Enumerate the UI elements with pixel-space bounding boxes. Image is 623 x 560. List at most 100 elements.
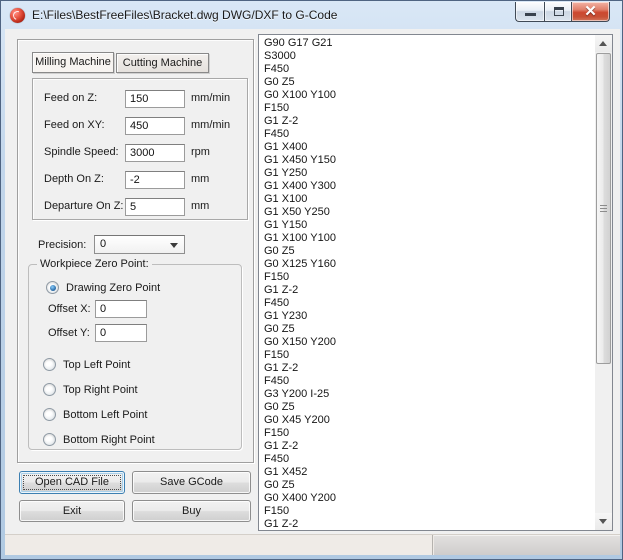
buy-button[interactable]: Buy	[132, 500, 251, 522]
status-pane-left	[5, 535, 433, 555]
gcode-line: F450	[264, 128, 290, 140]
tab-milling-machine[interactable]: Milling Machine	[32, 52, 114, 73]
gcode-line: G1 Z-2	[264, 284, 299, 296]
gcode-line: G1 X400	[264, 141, 308, 153]
spindle-speed-unit: rpm	[191, 146, 210, 158]
depth-on-z-label: Depth On Z:	[44, 173, 104, 185]
radio-top-right-point[interactable]	[43, 383, 56, 396]
field-row: Feed on Z: mm/min	[33, 90, 247, 108]
offset-x-input[interactable]	[95, 300, 147, 318]
gcode-line: F450	[264, 453, 290, 465]
minimize-button[interactable]	[515, 2, 544, 22]
arrow-up-icon	[599, 41, 607, 46]
departure-on-z-label: Departure On Z:	[44, 200, 124, 212]
status-pane-right	[434, 535, 620, 555]
gcode-line: F450	[264, 375, 290, 387]
scrollbar-grip-icon	[600, 204, 607, 212]
feed-on-xy-unit: mm/min	[191, 119, 231, 131]
scroll-up-button[interactable]	[595, 35, 612, 52]
settings-panel: Milling Machine Cutting Machine Feed on …	[17, 39, 254, 463]
radio-top-left-point-label: Top Left Point	[63, 359, 131, 371]
radio-top-right-point-label: Top Right Point	[63, 384, 138, 396]
gcode-line: F150	[264, 427, 290, 439]
feed-on-z-label: Feed on Z:	[44, 92, 98, 104]
gcode-line: G1 Y250	[264, 167, 308, 179]
field-row: Spindle Speed: rpm	[33, 144, 247, 162]
gcode-line: G1 X100 Y100	[264, 232, 336, 244]
departure-on-z-unit: mm	[191, 200, 210, 212]
gcode-line: G90 G17 G21	[264, 37, 333, 49]
client-area: Milling Machine Cutting Machine Feed on …	[5, 29, 620, 555]
feed-on-xy-label: Feed on XY:	[44, 119, 105, 131]
app-window: E:\Files\BestFreeFiles\Bracket.dwg DWG/D…	[0, 0, 623, 560]
gcode-scrollbar[interactable]	[595, 35, 612, 530]
gcode-line: F450	[264, 63, 290, 75]
scrollbar-thumb[interactable]	[596, 53, 611, 364]
radio-bottom-left-point-label: Bottom Left Point	[63, 409, 148, 421]
precision-value: 0	[100, 238, 107, 250]
workpiece-zero-point-title: Workpiece Zero Point:	[37, 258, 152, 270]
save-gcode-button[interactable]: Save GCode	[132, 471, 251, 494]
gcode-line: S3000	[264, 50, 296, 62]
open-cad-file-button[interactable]: Open CAD File	[19, 471, 125, 494]
depth-on-z-unit: mm	[191, 173, 210, 185]
radio-bottom-left-point[interactable]	[43, 408, 56, 421]
gcode-line: G1 X100	[264, 193, 308, 205]
gcode-line: F150	[264, 271, 290, 283]
workpiece-zero-point-group: Workpiece Zero Point: Drawing Zero Point…	[28, 258, 242, 450]
gcode-line: G3 Y200 I-25	[264, 388, 330, 400]
radio-bottom-right-point[interactable]	[43, 433, 56, 446]
radio-drawing-zero-point[interactable]	[46, 281, 59, 294]
close-icon: ✕	[584, 3, 597, 20]
depth-on-z-input[interactable]	[125, 171, 185, 189]
gcode-line: G1 X452	[264, 466, 308, 478]
field-row: Depth On Z: mm	[33, 171, 247, 189]
offset-y-input[interactable]	[95, 324, 147, 342]
scroll-down-button[interactable]	[595, 513, 612, 530]
feed-on-xy-input[interactable]	[125, 117, 185, 135]
gcode-line: G0 X150 Y200	[264, 336, 336, 348]
gcode-line: F150	[264, 102, 290, 114]
precision-dropdown[interactable]: 0	[94, 235, 185, 254]
gcode-line: G0 X400 Y200	[264, 492, 336, 504]
feed-on-z-input[interactable]	[125, 90, 185, 108]
gcode-line: G1 X50 Y250	[264, 206, 330, 218]
gcode-line: G0 Z5	[264, 479, 295, 491]
offset-y-label: Offset Y:	[48, 327, 90, 339]
gcode-line: F450	[264, 297, 290, 309]
radio-drawing-zero-point-label: Drawing Zero Point	[66, 282, 161, 294]
feed-on-z-unit: mm/min	[191, 92, 231, 104]
gcode-text: G90 G17 G21 S3000 F450 G0 Z5 G0 X100 Y100 F15…	[264, 37, 594, 530]
tab-cutting-machine[interactable]: Cutting Machine	[116, 53, 209, 73]
window-controls: ✕	[515, 2, 610, 22]
gcode-line: G1 Y150	[264, 219, 308, 231]
gcode-line: G1 Z-2	[264, 440, 299, 452]
maximize-icon	[554, 7, 564, 16]
minimize-icon	[525, 13, 536, 16]
radio-top-left-point[interactable]	[43, 358, 56, 371]
titlebar[interactable]: E:\Files\BestFreeFiles\Bracket.dwg DWG/D…	[2, 2, 621, 29]
gcode-output[interactable]: G90 G17 G21 S3000 F450 G0 Z5 G0 X100 Y100 F15…	[258, 34, 613, 531]
app-icon	[10, 8, 25, 23]
gcode-line: F150	[264, 349, 290, 361]
machine-params-group: Feed on Z: mm/min Feed on XY: mm/min Spi…	[32, 78, 248, 220]
gcode-line: G1 X400 Y300	[264, 180, 336, 192]
gcode-line: G1 Z-2	[264, 518, 299, 530]
maximize-button[interactable]	[544, 2, 572, 22]
gcode-line: G1 Z-2	[264, 362, 299, 374]
gcode-line: G0 Z5	[264, 323, 295, 335]
exit-button[interactable]: Exit	[19, 500, 125, 522]
offset-x-label: Offset X:	[48, 303, 91, 315]
departure-on-z-input[interactable]	[125, 198, 185, 216]
gcode-line: G0 Z5	[264, 245, 295, 257]
spindle-speed-input[interactable]	[125, 144, 185, 162]
spindle-speed-label: Spindle Speed:	[44, 146, 119, 158]
close-button[interactable]: ✕	[572, 2, 610, 22]
arrow-down-icon	[599, 519, 607, 524]
status-bar	[5, 534, 620, 555]
gcode-line: G1 X450 Y150	[264, 154, 336, 166]
gcode-line: G0 Z5	[264, 401, 295, 413]
gcode-line: G1 Y230	[264, 310, 308, 322]
gcode-line: G0 X45 Y200	[264, 414, 330, 426]
gcode-line: G0 X125 Y160	[264, 258, 336, 270]
